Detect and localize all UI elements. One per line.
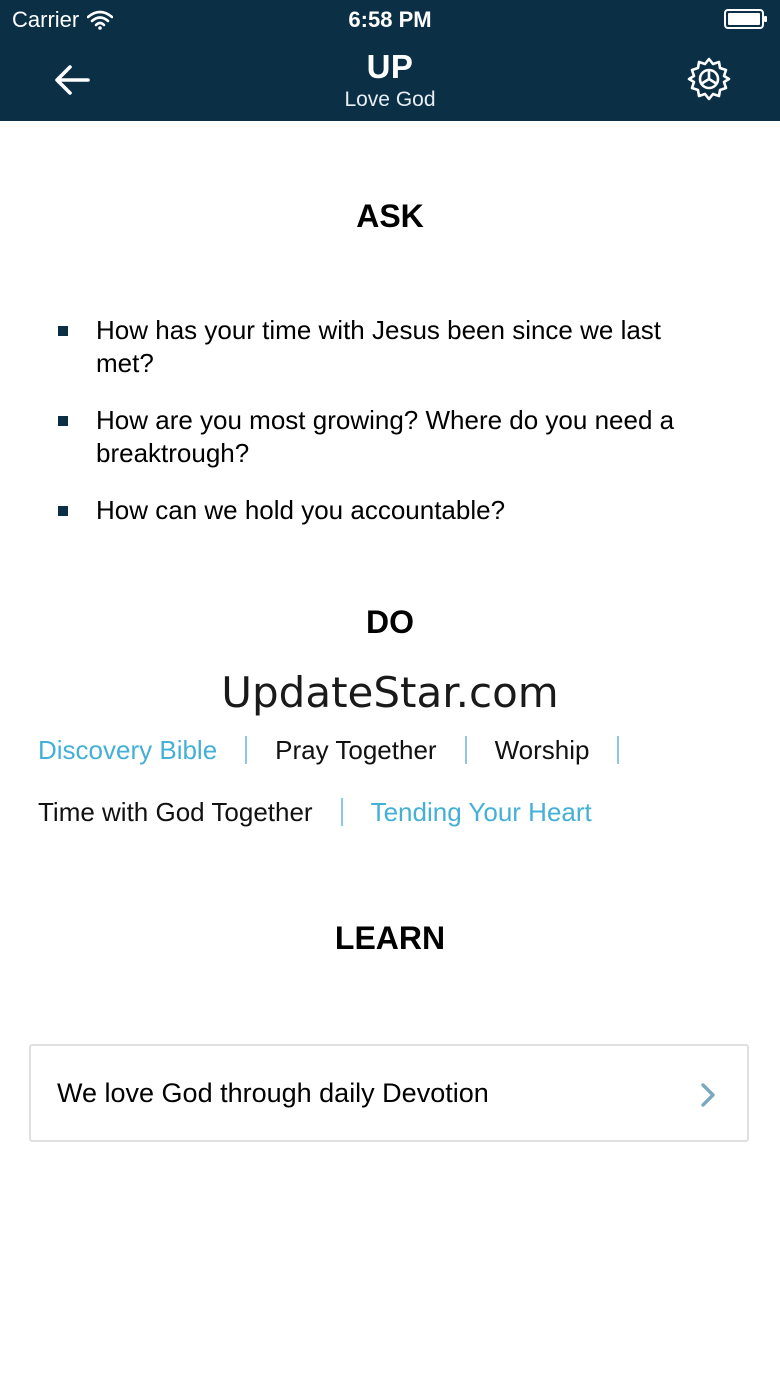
do-links: Discovery Bible Pray Together Worship Ti… bbox=[38, 730, 738, 832]
page-title: UP bbox=[366, 48, 414, 85]
screen: Carrier 6:58 PM UP Love God ASK How has … bbox=[0, 0, 780, 1387]
divider bbox=[340, 798, 343, 826]
learn-card[interactable]: We love God through daily Devotion bbox=[29, 1044, 749, 1142]
page-subtitle: Love God bbox=[344, 88, 436, 111]
link-worship[interactable]: Worship bbox=[495, 735, 590, 766]
list-item: How has your time with Jesus been since … bbox=[56, 314, 726, 380]
link-tending-your-heart[interactable]: Tending Your Heart bbox=[371, 797, 592, 828]
bullet-icon bbox=[58, 506, 68, 516]
bullet-icon bbox=[58, 326, 68, 336]
link-discovery-bible[interactable]: Discovery Bible bbox=[38, 735, 217, 766]
link-time-with-god-together[interactable]: Time with God Together bbox=[38, 797, 313, 828]
learn-card-label: We love God through daily Devotion bbox=[57, 1078, 489, 1108]
status-bar: Carrier 6:58 PM bbox=[0, 0, 780, 40]
watermark: UpdateStar.com bbox=[221, 668, 559, 717]
do-links-row: Discovery Bible Pray Together Worship bbox=[38, 730, 738, 770]
ask-questions-list: How has your time with Jesus been since … bbox=[56, 314, 726, 551]
question-text: How can we hold you accountable? bbox=[96, 495, 506, 525]
chevron-right-icon bbox=[701, 1083, 715, 1107]
list-item: How can we hold you accountable? bbox=[56, 494, 726, 527]
learn-section-title: LEARN bbox=[334, 920, 446, 956]
question-text: How are you most growing? Where do you n… bbox=[96, 405, 675, 468]
question-text: How has your time with Jesus been since … bbox=[96, 315, 662, 378]
divider bbox=[464, 736, 467, 764]
link-pray-together[interactable]: Pray Together bbox=[275, 735, 436, 766]
do-section-title: DO bbox=[366, 604, 414, 640]
do-links-row: Time with God Together Tending Your Hear… bbox=[38, 792, 738, 832]
divider bbox=[617, 736, 620, 764]
bullet-icon bbox=[58, 416, 68, 426]
ask-section-title: ASK bbox=[356, 198, 424, 234]
header-bar: Carrier 6:58 PM UP Love God bbox=[0, 0, 780, 121]
gear-icon[interactable] bbox=[686, 56, 732, 102]
status-time: 6:58 PM bbox=[348, 7, 432, 32]
divider bbox=[245, 736, 248, 764]
list-item: How are you most growing? Where do you n… bbox=[56, 404, 726, 470]
battery-icon bbox=[724, 9, 767, 29]
